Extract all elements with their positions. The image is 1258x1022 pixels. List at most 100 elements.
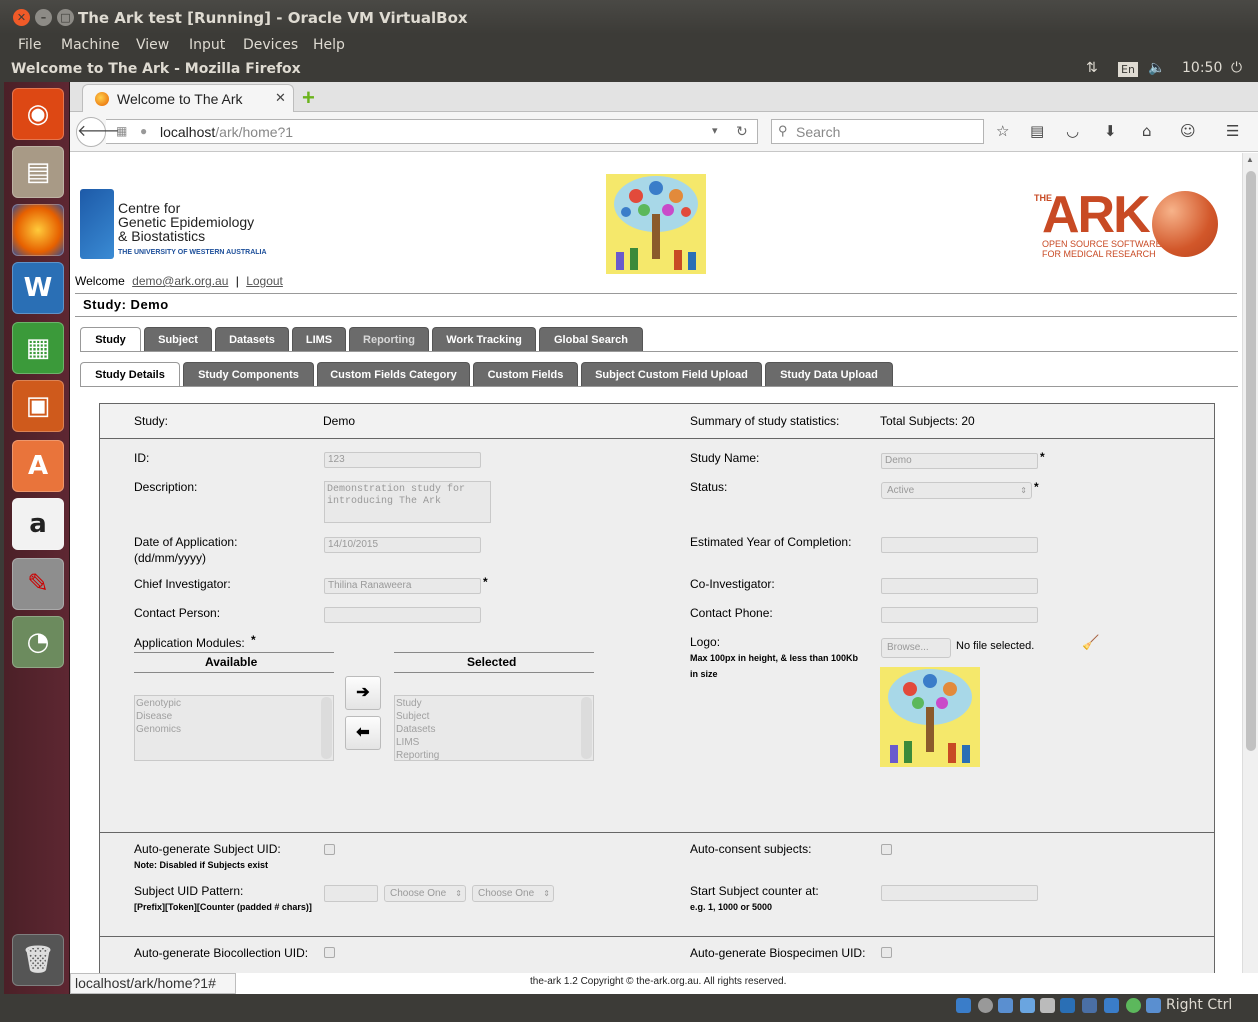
contact-person-field[interactable] [324, 607, 481, 623]
contact-phone-field[interactable] [881, 607, 1038, 623]
co-investigator-field[interactable] [881, 578, 1038, 594]
reload-icon[interactable]: ↻ [736, 123, 748, 140]
hello-icon[interactable]: ☺ [1180, 122, 1196, 140]
page-scrollbar[interactable]: ▲ [1242, 153, 1258, 973]
status-select[interactable]: Active ⇕ [881, 482, 1032, 499]
auto-consent-checkbox[interactable] [881, 844, 892, 855]
tab-global-search[interactable]: Global Search [539, 327, 643, 351]
menu-help[interactable]: Help [313, 37, 345, 53]
trash-icon[interactable]: 🗑 [12, 934, 64, 986]
display-icon[interactable] [1060, 998, 1075, 1013]
clear-brush-icon[interactable]: 🧹 [1082, 634, 1099, 651]
writer-icon[interactable]: W [12, 262, 64, 314]
user-email-link[interactable]: demo@ark.org.au [132, 274, 228, 288]
auto-biocollection-uid-checkbox[interactable] [324, 947, 335, 958]
new-tab-icon[interactable]: + [302, 85, 315, 111]
firefox-icon[interactable] [12, 204, 64, 256]
tab-work-tracking[interactable]: Work Tracking [432, 327, 536, 351]
search-bar[interactable]: ⚲ Search [771, 119, 984, 144]
list-item[interactable]: Subject [396, 710, 592, 723]
volume-icon[interactable]: 🔈 [1148, 60, 1165, 76]
move-left-button[interactable]: ⬅ [345, 716, 381, 750]
list-item[interactable]: Genomics [136, 723, 332, 736]
usb-icon[interactable] [1104, 998, 1119, 1013]
list-scrollbar[interactable] [581, 697, 592, 759]
software-center-icon[interactable]: A [12, 440, 64, 492]
tab-study[interactable]: Study [80, 327, 141, 352]
estimated-year-field[interactable] [881, 537, 1038, 553]
uid-prefix-field[interactable] [324, 885, 378, 902]
available-modules-list[interactable]: Genotypic Disease Genomics [134, 695, 334, 761]
chief-investigator-field[interactable]: Thilina Ranaweera [324, 578, 481, 594]
impress-icon[interactable]: ▣ [12, 380, 64, 432]
hard-disk-icon[interactable] [956, 998, 971, 1013]
list-item[interactable]: Reporting [396, 749, 592, 760]
tab-study-data-upload[interactable]: Study Data Upload [765, 362, 893, 386]
bookmark-star-icon[interactable]: ☆ [996, 122, 1009, 140]
bookmarks-list-icon[interactable]: ▤ [1030, 122, 1044, 140]
move-right-button[interactable]: ➔ [345, 676, 381, 710]
browse-button[interactable]: Browse... [881, 638, 951, 658]
description-textarea[interactable]: Demonstration study for introducing The … [324, 481, 491, 523]
menu-input[interactable]: Input [189, 37, 225, 53]
menu-machine[interactable]: Machine [61, 37, 120, 53]
audio-icon[interactable] [998, 998, 1013, 1013]
disk-usage-icon[interactable]: ◔ [12, 616, 64, 668]
menu-devices[interactable]: Devices [243, 37, 298, 53]
tab-datasets[interactable]: Datasets [215, 327, 289, 351]
calc-icon[interactable]: ▦ [12, 322, 64, 374]
tab-custom-fields-category[interactable]: Custom Fields Category [317, 362, 470, 386]
date-application-field[interactable]: 14/10/2015 [324, 537, 481, 553]
site-info-icon[interactable]: ● [140, 124, 147, 138]
amazon-icon[interactable]: a [12, 498, 64, 550]
url-dropdown-icon[interactable]: ▾ [712, 124, 718, 137]
tab-reporting[interactable]: Reporting [349, 327, 429, 351]
close-window-icon[interactable]: ✕ [13, 9, 30, 26]
scroll-thumb[interactable] [1246, 171, 1256, 751]
maximize-window-icon[interactable]: □ [57, 9, 74, 26]
virtualization-icon[interactable] [1126, 998, 1141, 1013]
minimize-window-icon[interactable]: – [35, 9, 52, 26]
scroll-up-icon[interactable]: ▲ [1246, 155, 1254, 164]
menu-view[interactable]: View [136, 37, 169, 53]
start-counter-field[interactable] [881, 885, 1038, 901]
keyboard-layout-indicator[interactable]: En [1118, 62, 1138, 77]
clock[interactable]: 10:50 [1182, 60, 1222, 76]
list-item[interactable]: Datasets [396, 723, 592, 736]
list-item[interactable]: Study [396, 697, 592, 710]
uid-token-select[interactable]: Choose One ⇕ [384, 885, 466, 902]
system-settings-icon[interactable]: ✎ [12, 558, 64, 610]
network-adapter-icon[interactable] [1020, 998, 1035, 1013]
power-icon[interactable]: ⏻ [1231, 60, 1242, 76]
tab-subject[interactable]: Subject [144, 327, 212, 351]
tab-lims[interactable]: LIMS [292, 327, 346, 351]
tab-study-details[interactable]: Study Details [80, 362, 180, 387]
url-text[interactable]: localhost/ark/home?1 [160, 124, 293, 140]
shared-folders-icon[interactable] [1040, 998, 1055, 1013]
list-item[interactable]: Genotypic [136, 697, 332, 710]
tab-study-components[interactable]: Study Components [183, 362, 314, 386]
auto-subject-uid-checkbox[interactable] [324, 844, 335, 855]
tab-custom-fields[interactable]: Custom Fields [473, 362, 578, 386]
ubuntu-dash-icon[interactable]: ◉ [12, 88, 64, 140]
video-capture-icon[interactable] [1082, 998, 1097, 1013]
close-tab-icon[interactable]: ✕ [275, 90, 286, 106]
browser-tab[interactable]: Welcome to The Ark ✕ [82, 84, 294, 113]
url-bar[interactable]: ▦ ● localhost/ark/home?1 ▾ ↻ [106, 119, 758, 144]
list-item[interactable]: Disease [136, 710, 332, 723]
mouse-integration-icon[interactable] [1146, 998, 1161, 1013]
selected-modules-list[interactable]: Study Subject Datasets LIMS Reporting [394, 695, 594, 761]
menu-icon[interactable]: ☰ [1226, 122, 1239, 140]
home-icon[interactable]: ⌂ [1142, 122, 1152, 140]
uid-counter-select[interactable]: Choose One ⇕ [472, 885, 554, 902]
downloads-icon[interactable]: ⬇ [1104, 122, 1117, 140]
network-icon[interactable]: ⇅ [1086, 60, 1098, 76]
logout-link[interactable]: Logout [246, 274, 283, 288]
tab-subject-custom-field-upload[interactable]: Subject Custom Field Upload [581, 362, 762, 386]
list-scrollbar[interactable] [321, 697, 332, 759]
auto-biospecimen-uid-checkbox[interactable] [881, 947, 892, 958]
back-button[interactable]: 🡐 [76, 117, 120, 147]
list-item[interactable]: LIMS [396, 736, 592, 749]
id-field[interactable]: 123 [324, 452, 481, 468]
study-name-field[interactable]: Demo [881, 453, 1038, 469]
